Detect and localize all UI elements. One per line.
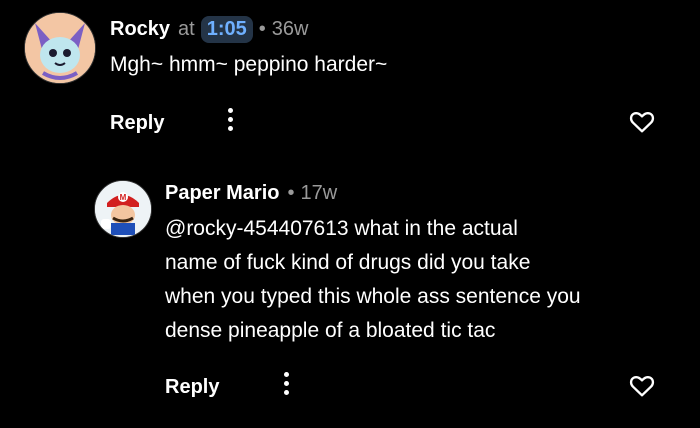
paper-mario-avatar-icon: M bbox=[95, 181, 151, 237]
more-vertical-icon[interactable] bbox=[226, 108, 234, 136]
svg-text:M: M bbox=[120, 193, 127, 202]
comment-age: 36w bbox=[271, 18, 309, 40]
paper-mario-avatar[interactable]: M bbox=[94, 180, 152, 238]
reply-text-line-1: @rocky-454407613 what in the actual bbox=[165, 217, 518, 240]
reply-text-line-4: dense pineapple of a bloated tic tac bbox=[165, 319, 496, 342]
comment-meta: Rocky at 1:05 • 36w bbox=[110, 16, 308, 43]
comment-author[interactable]: Rocky bbox=[110, 18, 170, 41]
at-label: at bbox=[178, 18, 195, 40]
heart-outline-icon[interactable] bbox=[628, 108, 656, 136]
reply-author[interactable]: Paper Mario bbox=[165, 182, 279, 205]
separator-dot: • bbox=[287, 182, 295, 204]
comment-text: Mgh~ hmm~ peppino harder~ bbox=[110, 53, 388, 76]
reply-meta: Paper Mario • 17w bbox=[165, 182, 337, 205]
reply-text-line-3: when you typed this whole ass sentence y… bbox=[165, 285, 581, 308]
timestamp-chip[interactable]: 1:05 bbox=[200, 16, 253, 43]
reply-button[interactable]: Reply bbox=[110, 112, 164, 135]
reply-button-nested[interactable]: Reply bbox=[165, 376, 219, 399]
rocky-avatar[interactable] bbox=[24, 12, 96, 84]
rocky-avatar-icon bbox=[25, 13, 95, 83]
separator-dot: • bbox=[258, 18, 266, 40]
reply-text-line-2: name of fuck kind of drugs did you take bbox=[165, 251, 531, 274]
more-vertical-icon[interactable] bbox=[282, 372, 290, 400]
heart-outline-icon[interactable] bbox=[628, 372, 656, 400]
reply-age: 17w bbox=[300, 182, 338, 204]
